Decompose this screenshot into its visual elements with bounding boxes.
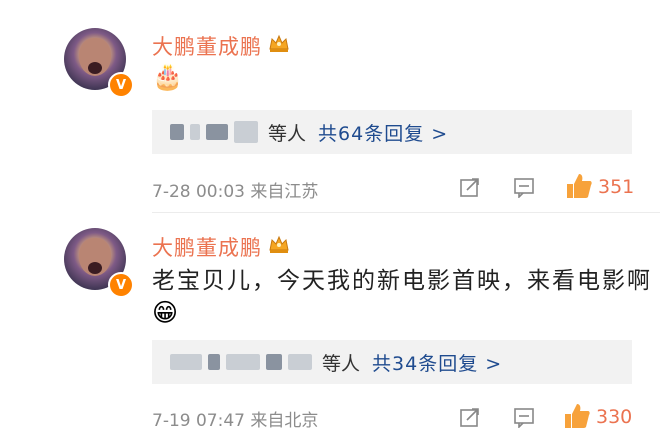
blurred-name [288,354,312,370]
divider [152,212,660,213]
verified-badge-icon: V [108,272,134,298]
comment-text: 老宝贝儿，今天我的新电影首映，来看电影啊 [152,268,652,294]
blurred-name [226,354,260,370]
avatar[interactable]: V [64,28,134,98]
verified-badge-icon: V [108,72,134,98]
comment-source: 来自江苏 [250,182,319,202]
thumbs-up-icon[interactable] [563,402,591,430]
like-count: 351 [598,176,635,198]
comment-time: 7-19 07:47 [152,411,245,431]
avatar-mouth [88,262,102,274]
comment-icon[interactable] [513,406,535,428]
comment-time: 7-28 00:03 [152,182,245,202]
crown-badge-icon [269,235,289,253]
reply-others-label: 等人 [322,352,361,375]
author-name[interactable]: 大鹏董成鹏 [152,232,262,262]
comment-source: 来自北京 [250,411,319,431]
share-icon[interactable] [459,176,481,198]
emoji-grin-icon: 😁 [152,298,179,327]
thumbs-up-icon[interactable] [565,172,593,200]
reply-summary-box[interactable]: 等人 共64条回复 > [152,110,632,154]
blurred-name [190,124,200,140]
comment-icon[interactable] [513,176,535,198]
comment-meta: 7-28 00:03 来自江苏 [152,177,318,202]
reply-summary-box[interactable]: 等人 共34条回复 > [152,340,632,384]
avatar-mouth [88,62,102,74]
emoji-cake-icon: 🎂 [152,62,184,91]
blurred-name [266,354,282,370]
view-replies-link[interactable]: 共64条回复 > [318,119,448,146]
blurred-avatar [170,124,184,140]
comment-item: V 大鹏董成鹏 🎂 等人 共64条回复 > 7-28 00:03 来自江苏 35… [0,0,660,214]
blurred-name [206,124,228,140]
avatar[interactable]: V [64,228,134,298]
share-icon[interactable] [459,406,481,428]
author-name[interactable]: 大鹏董成鹏 [152,31,262,61]
comment-item: V 大鹏董成鹏 老宝贝儿，今天我的新电影首映，来看电影啊 😁 等人 共34条回复… [0,214,660,431]
like-count: 330 [596,406,633,428]
blurred-avatar [208,354,220,370]
crown-badge-icon [269,34,289,52]
blurred-name [170,354,202,370]
reply-others-label: 等人 [268,122,307,145]
comment-meta: 7-19 07:47 来自北京 [152,406,318,431]
view-replies-link[interactable]: 共34条回复 > [372,349,502,376]
blurred-name [234,121,258,143]
